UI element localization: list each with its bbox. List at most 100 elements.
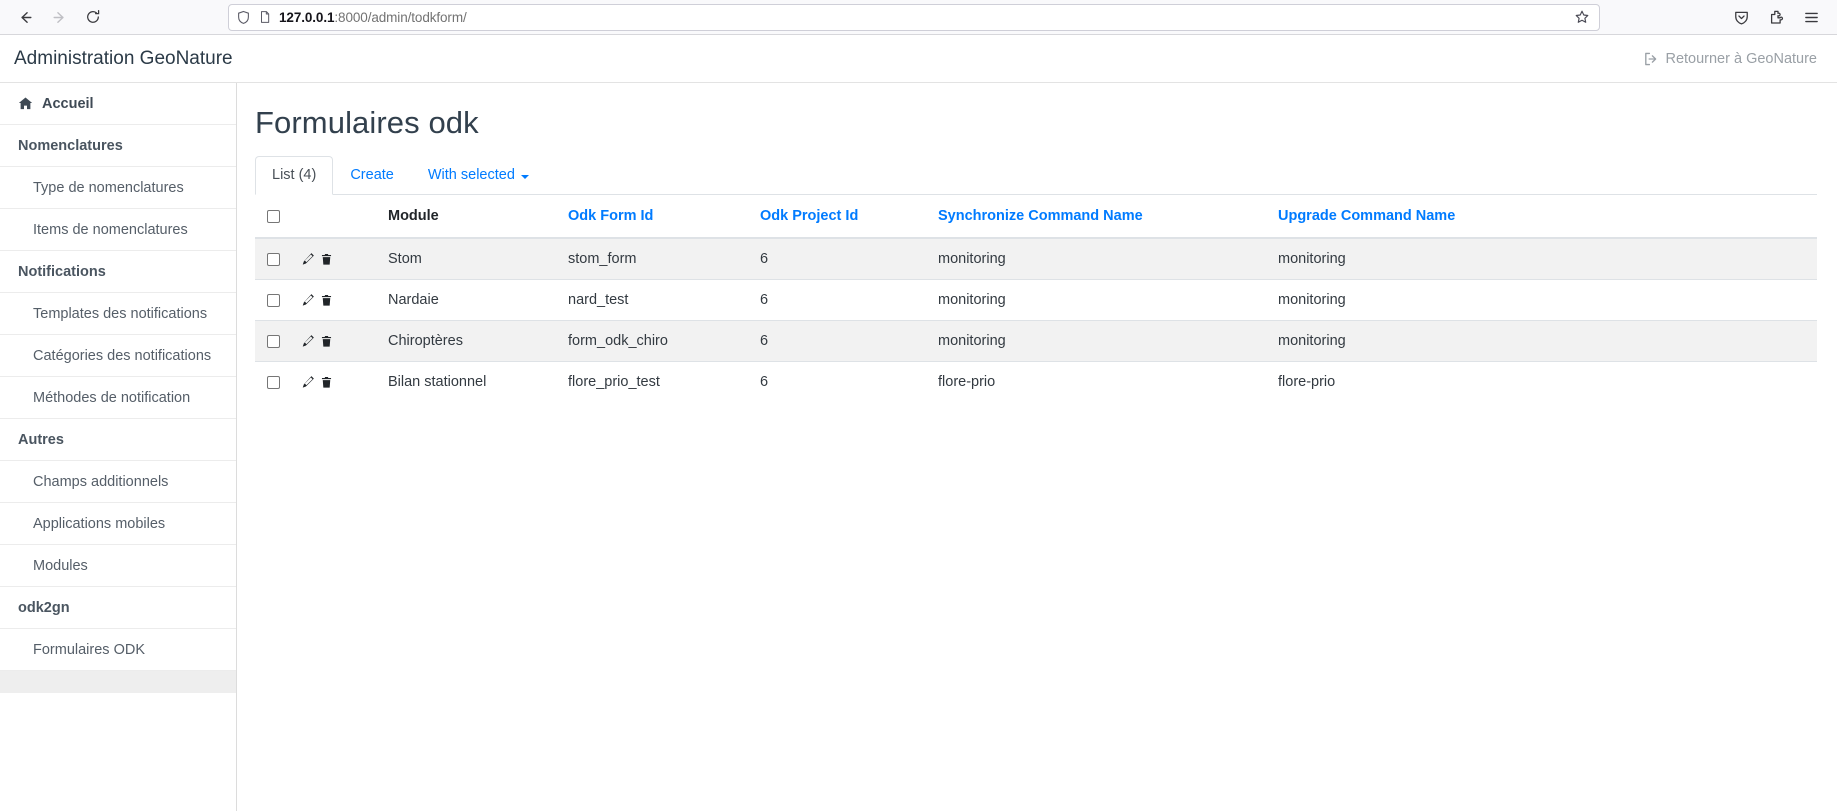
table-row: Nardaie nard_test 6 monitoring monitoring bbox=[255, 279, 1817, 321]
pencil-edit-icon[interactable] bbox=[301, 334, 315, 348]
sidebar-item-label: Accueil bbox=[42, 95, 94, 112]
page-layout: Accueil Nomenclatures Type de nomenclature… bbox=[0, 83, 1837, 811]
sidebar-item-m-thodes-de-notification[interactable]: Méthodes de notification bbox=[0, 377, 236, 419]
row-select-cell bbox=[255, 237, 289, 280]
tab-label: Create bbox=[350, 167, 394, 184]
sort-link-upgrade-command-name[interactable]: Upgrade Command Name bbox=[1278, 208, 1455, 224]
sidebar-item-label: Catégories des notifications bbox=[33, 347, 212, 364]
return-link-label: Retourner à GeoNature bbox=[1665, 50, 1817, 67]
sidebar-item-accueil[interactable]: Accueil bbox=[0, 83, 236, 125]
table-header-row: Module Odk Form Id Odk Project Id Synchr… bbox=[255, 195, 1817, 239]
page-title: Formulaires odk bbox=[255, 105, 479, 140]
sidebar-item-cat-gories-des-notifications[interactable]: Catégories des notifications bbox=[0, 335, 236, 377]
address-bar[interactable]: 127.0.0.1:8000/admin/todkform/ bbox=[228, 3, 1600, 31]
row-checkbox[interactable] bbox=[267, 252, 280, 266]
row-operations-cell bbox=[289, 320, 376, 362]
row-action-icons bbox=[301, 252, 364, 266]
column-header-odk-form-id: Odk Form Id bbox=[556, 195, 748, 239]
sort-link-odk-form-id[interactable]: Odk Form Id bbox=[568, 208, 653, 224]
toolbar-right-group bbox=[1720, 3, 1827, 31]
sidebar-item-label: odk2gn bbox=[18, 599, 70, 616]
pencil-edit-icon[interactable] bbox=[301, 293, 315, 307]
cell-module: Bilan stationnel bbox=[376, 361, 556, 402]
cell-odk-form-id: nard_test bbox=[556, 279, 748, 321]
app-header: Administration GeoNature Retourner à Geo… bbox=[0, 35, 1837, 83]
row-checkbox[interactable] bbox=[267, 375, 280, 389]
table-row: Bilan stationnel flore_prio_test 6 flore-pr… bbox=[255, 361, 1817, 402]
url-text[interactable]: 127.0.0.1:8000/admin/todkform/ bbox=[279, 10, 1567, 25]
sidebar-item-type-de-nomenclatures[interactable]: Type de nomenclatures bbox=[0, 167, 236, 209]
sidebar-item-label: Nomenclatures bbox=[18, 137, 123, 154]
sidebar-item-formulaires-odk[interactable]: Formulaires ODK bbox=[0, 629, 236, 671]
trash-delete-icon[interactable] bbox=[320, 335, 333, 348]
sidebar-item-nomenclatures: Nomenclatures bbox=[0, 125, 236, 167]
tab-create[interactable]: Create bbox=[333, 156, 411, 195]
table-body: Stom stom_form 6 monitoring monitoring Nardai… bbox=[255, 237, 1817, 402]
sidebar-item-items-de-nomenclatures[interactable]: Items de nomenclatures bbox=[0, 209, 236, 251]
tab-with-selected[interactable]: With selected bbox=[411, 156, 546, 195]
sidebar-item-modules[interactable]: Modules bbox=[0, 545, 236, 587]
select-all-header bbox=[255, 195, 289, 239]
sidebar-item-label: Formulaires ODK bbox=[33, 641, 145, 658]
tab-list-4[interactable]: List (4) bbox=[255, 156, 334, 195]
row-action-icons bbox=[301, 293, 364, 307]
forward-button[interactable] bbox=[44, 3, 74, 31]
trash-delete-icon[interactable] bbox=[320, 294, 333, 307]
cell-odk-project-id: 6 bbox=[748, 320, 926, 362]
sort-link-odk-project-id[interactable]: Odk Project Id bbox=[760, 208, 858, 224]
sidebar-item-odk2gn: odk2gn bbox=[0, 587, 236, 629]
table-row: Chiroptères form_odk_chiro 6 monitoring moni… bbox=[255, 320, 1817, 362]
cell-module: Stom bbox=[376, 237, 556, 280]
cell-sync-cmd: monitoring bbox=[926, 237, 1266, 280]
sidebar-item-label: Autres bbox=[18, 431, 64, 448]
return-to-geonature-link[interactable]: Retourner à GeoNature bbox=[1643, 51, 1817, 67]
trash-delete-icon[interactable] bbox=[320, 376, 333, 389]
sort-link-synchronize-command-name[interactable]: Synchronize Command Name bbox=[938, 208, 1143, 224]
sidebar-item-applications-mobiles[interactable]: Applications mobiles bbox=[0, 503, 236, 545]
operations-header bbox=[289, 195, 376, 239]
table-row: Stom stom_form 6 monitoring monitoring bbox=[255, 237, 1817, 280]
tab-label: With selected bbox=[427, 167, 515, 184]
cell-odk-form-id: stom_form bbox=[556, 237, 748, 280]
sidebar-item-champs-additionnels[interactable]: Champs additionnels bbox=[0, 461, 236, 503]
tab-label: List (4) bbox=[272, 167, 317, 184]
row-operations-cell bbox=[289, 237, 376, 280]
sidebar-item-autres: Autres bbox=[0, 419, 236, 461]
trash-delete-icon[interactable] bbox=[320, 253, 333, 266]
cell-odk-form-id: flore_prio_test bbox=[556, 361, 748, 402]
cell-odk-project-id: 6 bbox=[748, 279, 926, 321]
row-operations-cell bbox=[289, 361, 376, 402]
urlbar-container: 127.0.0.1:8000/admin/todkform/ bbox=[112, 3, 1716, 31]
sidebar-item-label: Items de nomenclatures bbox=[33, 221, 188, 238]
cell-upgrade-cmd: monitoring bbox=[1266, 237, 1817, 280]
page-document-icon bbox=[258, 10, 272, 24]
reload-button[interactable] bbox=[78, 3, 108, 31]
select-all-checkbox[interactable] bbox=[267, 209, 280, 223]
column-header-odk-project-id: Odk Project Id bbox=[748, 195, 926, 239]
row-select-cell bbox=[255, 320, 289, 362]
sidebar-item-templates-des-notifications[interactable]: Templates des notifications bbox=[0, 293, 236, 335]
back-button[interactable] bbox=[10, 3, 40, 31]
sidebar-item-label: Type de nomenclatures bbox=[33, 179, 184, 196]
tracking-shield-icon[interactable] bbox=[236, 10, 251, 25]
pencil-edit-icon[interactable] bbox=[301, 252, 315, 266]
sidebar-item-label: Modules bbox=[33, 557, 88, 574]
row-checkbox[interactable] bbox=[267, 293, 280, 307]
cell-sync-cmd: monitoring bbox=[926, 320, 1266, 362]
sidebar-item-label: Templates des notifications bbox=[33, 305, 208, 322]
tab-bar: List (4) Create With selected bbox=[255, 156, 1817, 195]
row-action-icons bbox=[301, 334, 364, 348]
app-menu-hamburger-icon[interactable] bbox=[1796, 3, 1827, 31]
column-header-module: Module bbox=[376, 195, 556, 239]
cell-module: Chiroptères bbox=[376, 320, 556, 362]
cell-upgrade-cmd: flore-prio bbox=[1266, 361, 1817, 402]
main-content: Formulaires odk List (4) Create With selec… bbox=[237, 83, 1837, 811]
cell-module: Nardaie bbox=[376, 279, 556, 321]
pocket-save-icon[interactable] bbox=[1726, 3, 1757, 31]
extensions-puzzle-icon[interactable] bbox=[1761, 3, 1792, 31]
column-header-upgrade-command-name: Upgrade Command Name bbox=[1266, 195, 1817, 239]
bookmark-star-icon[interactable] bbox=[1574, 9, 1592, 25]
pencil-edit-icon[interactable] bbox=[301, 375, 315, 389]
row-checkbox[interactable] bbox=[267, 334, 280, 348]
cell-sync-cmd: flore-prio bbox=[926, 361, 1266, 402]
